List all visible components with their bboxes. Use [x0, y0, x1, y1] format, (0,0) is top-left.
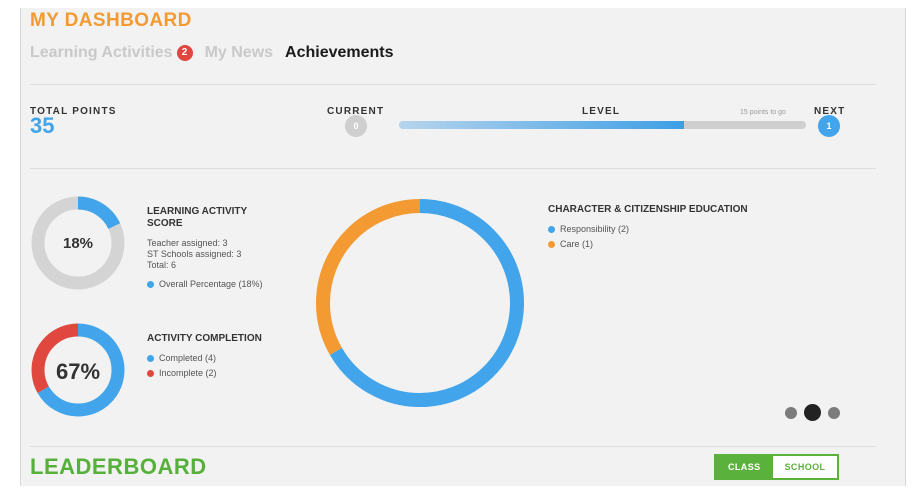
level-label: LEVEL [582, 106, 621, 117]
level-progress-fill [399, 121, 684, 129]
divider [30, 446, 876, 447]
learning-score-donut: 18% [31, 196, 125, 290]
legend-overall-label: Overall Percentage (18%) [159, 279, 263, 289]
leaderboard-title: LEADERBOARD [30, 454, 207, 479]
legend-dot [147, 369, 154, 377]
legend-care-label: Care (1) [560, 239, 594, 249]
progress-note: 15 points to go [740, 109, 786, 116]
legend-responsibility-label: Responsibility (2) [560, 224, 630, 234]
legend-responsibility: Responsibility (2) [548, 224, 629, 234]
st-schools-assigned: ST Schools assigned: 3 [147, 249, 242, 259]
activity-completion-title: ACTIVITY COMPLETION [147, 333, 262, 344]
legend-completed: Completed (4) [147, 353, 216, 363]
divider [30, 168, 876, 169]
learning-score-percent: 18% [63, 235, 93, 252]
toggle-class-button[interactable]: CLASS [716, 456, 773, 478]
legend-incomplete: Incomplete (2) [147, 368, 217, 378]
legend-completed-label: Completed (4) [159, 353, 217, 363]
level-progress-bar [399, 121, 806, 129]
pager-dot-active[interactable] [804, 404, 821, 421]
legend-incomplete-label: Incomplete (2) [159, 368, 217, 378]
toggle-school-button[interactable]: SCHOOL [772, 456, 838, 478]
legend-dot [147, 354, 154, 362]
next-level-badge: 1 [818, 115, 840, 137]
character-donut [316, 199, 524, 407]
total-assigned: Total: 6 [147, 260, 177, 270]
legend-dot [548, 225, 555, 233]
legend-dot [147, 280, 154, 288]
pager-dot[interactable] [785, 406, 797, 419]
current-level-badge: 0 [345, 115, 367, 137]
divider [30, 84, 876, 85]
total-points-value: 35 [30, 113, 55, 138]
tab-my-news[interactable]: My News [205, 44, 273, 62]
tab-achievements[interactable]: Achievements [285, 44, 394, 62]
tab-learning-activities[interactable]: Learning Activities 2 [30, 44, 193, 62]
character-title: CHARACTER & CITIZENSHIP EDUCATION [548, 204, 748, 215]
carousel-pager [785, 404, 847, 421]
activity-completion-donut: 67% [31, 323, 125, 417]
tab-learning-activities-label: Learning Activities [30, 44, 173, 61]
notification-badge: 2 [176, 45, 193, 61]
leaderboard-scope-toggle: CLASS SCHOOL [714, 454, 840, 480]
legend-care: Care (1) [548, 239, 593, 249]
teacher-assigned: Teacher assigned: 3 [147, 238, 228, 248]
pager-dot[interactable] [828, 406, 840, 419]
page-title: MY DASHBOARD [30, 10, 192, 31]
legend-dot [548, 240, 555, 248]
completion-percent: 67% [56, 359, 100, 384]
learning-score-title: LEARNING ACTIVITY SCORE [147, 206, 248, 229]
legend-overall: Overall Percentage (18%) [147, 279, 263, 289]
tab-bar: Learning Activities 2 My News Achievement… [30, 44, 406, 62]
